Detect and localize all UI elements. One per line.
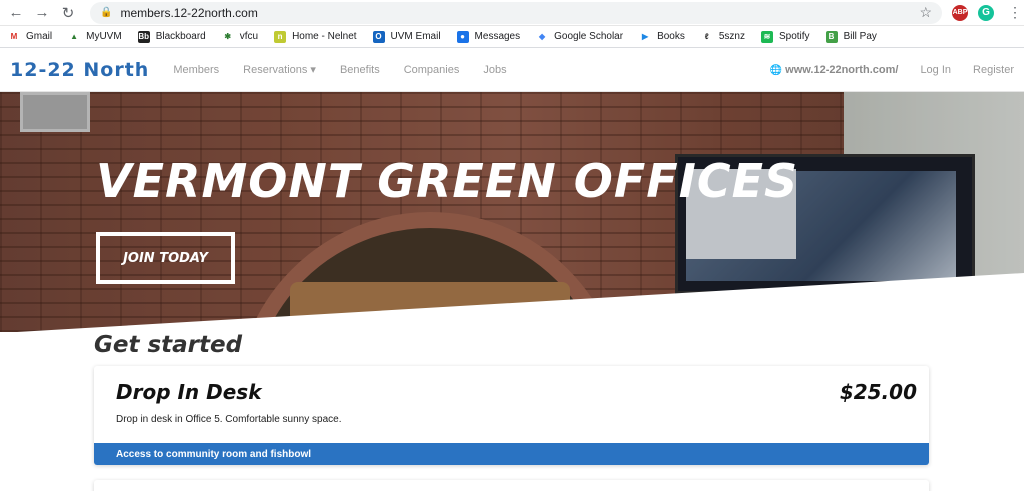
hero-banner: VERMONT GREEN OFFICES JOIN TODAY bbox=[0, 92, 1024, 332]
forward-arrow-icon[interactable]: → bbox=[32, 3, 52, 23]
5sznz-icon: ℓ bbox=[700, 30, 713, 43]
plan-description: Drop in desk in Office 5. Comfortable su… bbox=[116, 414, 342, 425]
plan-price: $25.00 bbox=[839, 380, 917, 404]
plan-footer: Access to community room and fishbowl bbox=[94, 443, 929, 465]
nelnet-icon: n bbox=[274, 30, 287, 43]
browser-menu-icon[interactable]: ⋮ bbox=[1008, 4, 1022, 21]
nav-website-text: www.12-22north.com/ bbox=[785, 63, 899, 76]
tree-icon: ▲ bbox=[68, 30, 81, 43]
vfcu-icon: ✱ bbox=[221, 30, 234, 43]
site-logo[interactable]: 12-22 North bbox=[10, 59, 149, 81]
section-title: Get started bbox=[94, 332, 243, 358]
bookmark-label: MyUVM bbox=[86, 31, 122, 42]
bookmark-gmail[interactable]: M Gmail bbox=[8, 30, 53, 43]
main-content: Get started Drop In Desk $25.00 Drop in … bbox=[0, 332, 1024, 491]
bookmark-messages[interactable]: ● Messages bbox=[456, 30, 521, 43]
bookmarks-bar: M Gmail ▲ MyUVM Bb Blackboard ✱ vfcu n Home - Nel… bbox=[0, 26, 1024, 48]
nav-benefits[interactable]: Benefits bbox=[340, 64, 380, 76]
messages-icon: ● bbox=[456, 30, 469, 43]
nav-website-link[interactable]: 🌐 www.12-22north.com/ bbox=[770, 64, 899, 76]
nav-reservations-dropdown[interactable]: Reservations ▾ bbox=[243, 63, 316, 76]
lock-icon: 🔒 bbox=[100, 7, 113, 18]
plan-title: Drop In Desk bbox=[116, 380, 262, 404]
bookmark-home-nelnet[interactable]: n Home - Nelnet bbox=[274, 30, 357, 43]
bookmark-label: Blackboard bbox=[155, 31, 206, 42]
outlook-icon: O bbox=[372, 30, 385, 43]
bill-pay-icon: B bbox=[825, 30, 838, 43]
bookmark-label: UVM Email bbox=[390, 31, 441, 42]
nav-right-group: 🌐 www.12-22north.com/ Log In Register bbox=[770, 64, 1014, 76]
globe-icon: 🌐 bbox=[769, 64, 783, 76]
bookmark-spotify[interactable]: ≋ Spotify bbox=[760, 30, 810, 43]
plan-card[interactable]: Drop In Desk $25.00 Drop in desk in Offi… bbox=[94, 366, 929, 465]
hero-title: VERMONT GREEN OFFICES bbox=[96, 154, 799, 208]
bookmark-label: Gmail bbox=[26, 31, 53, 42]
nav-jobs[interactable]: Jobs bbox=[483, 64, 506, 76]
play-books-icon: ▶ bbox=[639, 30, 652, 43]
spotify-icon: ≋ bbox=[760, 30, 773, 43]
site-navbar: 12-22 North Members Reservations ▾ Benef… bbox=[0, 48, 1024, 92]
bookmark-5sznz[interactable]: ℓ 5sznz bbox=[700, 30, 745, 43]
bookmark-label: Spotify bbox=[778, 31, 810, 42]
bookmark-myuvm[interactable]: ▲ MyUVM bbox=[68, 30, 122, 43]
bookmark-bill-pay[interactable]: B Bill Pay bbox=[825, 30, 877, 43]
grammarly-icon[interactable]: G bbox=[978, 4, 994, 21]
bookmark-google-scholar[interactable]: ◆ Google Scholar bbox=[536, 30, 624, 43]
bookmark-blackboard[interactable]: Bb Blackboard bbox=[137, 30, 206, 43]
adblock-icon[interactable]: ABP bbox=[952, 4, 968, 21]
plan-card-next[interactable] bbox=[94, 480, 929, 491]
join-today-button[interactable]: JOIN TODAY bbox=[96, 232, 235, 284]
bookmark-label: Bill Pay bbox=[843, 31, 877, 42]
bookmark-label: Google Scholar bbox=[554, 31, 624, 42]
register-link[interactable]: Register bbox=[973, 64, 1014, 76]
login-link[interactable]: Log In bbox=[920, 64, 951, 76]
bookmark-label: vfcu bbox=[239, 31, 259, 42]
bookmark-vfcu[interactable]: ✱ vfcu bbox=[221, 30, 259, 43]
bookmark-uvm-email[interactable]: O UVM Email bbox=[372, 30, 441, 43]
nav-members[interactable]: Members bbox=[173, 64, 219, 76]
bookmark-books[interactable]: ▶ Books bbox=[639, 30, 685, 43]
gmail-icon: M bbox=[8, 30, 20, 43]
bookmark-label: Messages bbox=[474, 31, 521, 42]
bookmark-star-icon[interactable]: ☆ bbox=[919, 4, 932, 21]
bookmark-label: Books bbox=[657, 31, 685, 42]
bookmark-label: Home - Nelnet bbox=[292, 31, 357, 42]
url-text[interactable]: members.12-22north.com bbox=[120, 6, 919, 20]
browser-toolbar: ← → ↻ 🔒 members.12-22north.com ☆ ABP G ⋮ bbox=[0, 0, 1024, 26]
scholar-icon: ◆ bbox=[536, 30, 549, 43]
nav-companies[interactable]: Companies bbox=[404, 64, 460, 76]
blackboard-icon: Bb bbox=[137, 30, 150, 43]
back-arrow-icon[interactable]: ← bbox=[6, 3, 26, 23]
reload-icon[interactable]: ↻ bbox=[58, 3, 78, 23]
address-bar[interactable]: 🔒 members.12-22north.com ☆ bbox=[90, 1, 942, 24]
bookmark-label: 5sznz bbox=[718, 31, 745, 42]
